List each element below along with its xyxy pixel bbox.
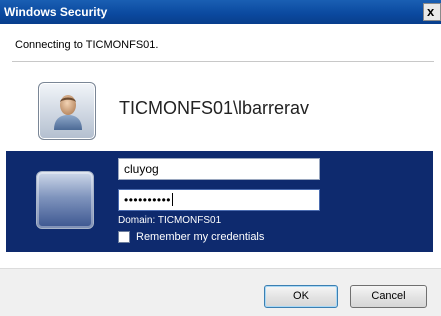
domain-label: Domain: TICMONFS01 — [118, 215, 222, 226]
remember-label: Remember my credentials — [136, 231, 265, 243]
connection-status-text: Connecting to TICMONFS01. — [15, 39, 159, 51]
dialog-content: Connecting to TICMONFS01. TICMONFS01\lba… — [0, 24, 441, 316]
remember-checkbox[interactable] — [118, 231, 130, 243]
button-bar: OK Cancel — [0, 268, 441, 316]
username-value: cluyog — [124, 162, 159, 176]
text-caret — [172, 193, 174, 206]
user-icon — [54, 95, 82, 130]
cancel-button[interactable]: Cancel — [350, 285, 427, 308]
password-field[interactable]: •••••••••• — [118, 189, 320, 211]
account-row: TICMONFS01\lbarrerav — [38, 82, 438, 142]
close-button[interactable]: x — [423, 3, 441, 21]
username-field[interactable]: cluyog — [118, 158, 320, 180]
credential-tile — [36, 171, 94, 229]
title-bar: Windows Security x — [0, 0, 441, 24]
close-icon: x — [427, 4, 435, 19]
ok-button[interactable]: OK — [264, 285, 338, 308]
divider — [12, 61, 434, 62]
account-name: TICMONFS01\lbarrerav — [119, 98, 310, 118]
window-title: Windows Security — [4, 5, 108, 19]
credential-panel: cluyog •••••••••• Domain: TICMONFS01 Rem… — [6, 151, 433, 252]
password-mask: •••••••••• — [124, 193, 172, 207]
user-tile — [38, 82, 96, 140]
